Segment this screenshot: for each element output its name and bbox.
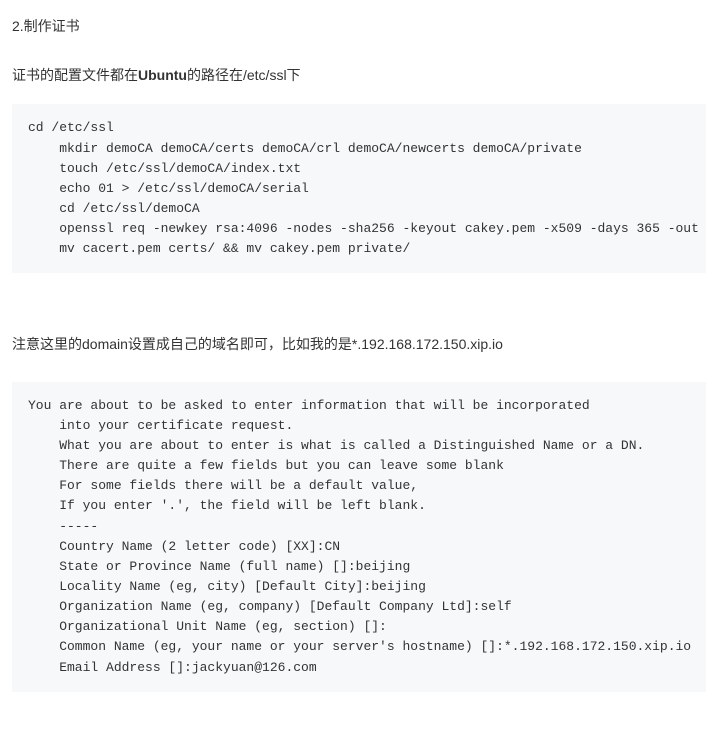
intro-paragraph: 证书的配置文件都在Ubuntu的路径在/etc/ssl下 (12, 64, 706, 86)
intro-prefix: 证书的配置文件都在 (12, 67, 138, 83)
intro-bold: Ubuntu (138, 67, 187, 83)
note-paragraph: 注意这里的domain设置成自己的域名即可，比如我的是*.192.168.172… (12, 333, 706, 355)
section-heading: 2.制作证书 (12, 16, 706, 36)
code-block-openssl-prompt: You are about to be asked to enter infor… (12, 382, 706, 692)
code-block-cert-setup: cd /etc/ssl mkdir demoCA demoCA/certs de… (12, 104, 706, 273)
intro-suffix: 的路径在/etc/ssl下 (187, 67, 301, 83)
